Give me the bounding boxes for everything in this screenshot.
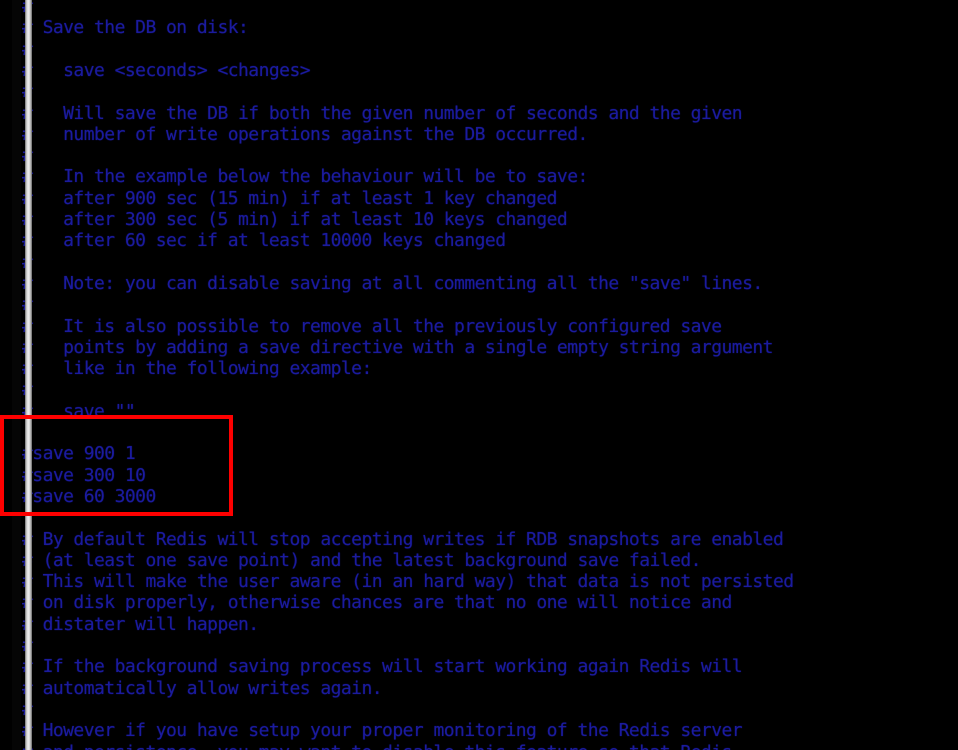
- code-line[interactable]: # after 60 sec if at least 10000 keys ch…: [22, 230, 506, 251]
- code-line[interactable]: # In the example below the behaviour wil…: [22, 166, 588, 187]
- code-line[interactable]: # points by adding a save directive with…: [22, 337, 774, 358]
- code-line[interactable]: # Note: you can disable saving at all co…: [22, 273, 763, 294]
- code-line[interactable]: # This will make the user aware (in an h…: [22, 571, 794, 592]
- code-line[interactable]: # Will save the DB if both the given num…: [22, 103, 743, 124]
- code-line[interactable]: # Save the DB on disk:: [22, 17, 249, 38]
- code-line[interactable]: #save 900 1: [22, 443, 136, 464]
- code-line[interactable]: #save 60 3000: [22, 486, 156, 507]
- code-line[interactable]: # after 300 sec (5 min) if at least 10 k…: [22, 209, 568, 230]
- code-line[interactable]: # like in the following example:: [22, 358, 372, 379]
- code-text-area[interactable]: ## Save the DB on disk:## save <seconds>…: [0, 0, 958, 750]
- code-line[interactable]: #save 300 10: [22, 465, 146, 486]
- code-line[interactable]: # number of write operations against the…: [22, 124, 588, 145]
- code-line[interactable]: # However if you have setup your proper …: [22, 720, 743, 741]
- scrollbar-gutter: [0, 0, 32, 750]
- code-line[interactable]: # and persistence, you may want to disab…: [22, 742, 732, 750]
- code-line[interactable]: # save "": [22, 401, 136, 422]
- editor-screen: ## Save the DB on disk:## save <seconds>…: [0, 0, 958, 750]
- code-line[interactable]: # (at least one save point) and the late…: [22, 550, 701, 571]
- scrollbar-track[interactable]: [12, 0, 32, 750]
- code-line[interactable]: # save <seconds> <changes>: [22, 60, 311, 81]
- code-line[interactable]: # It is also possible to remove all the …: [22, 316, 722, 337]
- code-line[interactable]: # automatically allow writes again.: [22, 678, 383, 699]
- code-line[interactable]: # By default Redis will stop accepting w…: [22, 529, 784, 550]
- code-line[interactable]: # after 900 sec (15 min) if at least 1 k…: [22, 188, 557, 209]
- code-line[interactable]: # distater will happen.: [22, 614, 259, 635]
- scrollbar-thumb[interactable]: [25, 0, 32, 750]
- code-line[interactable]: # on disk properly, otherwise chances ar…: [22, 592, 732, 613]
- code-line[interactable]: # If the background saving process will …: [22, 656, 743, 677]
